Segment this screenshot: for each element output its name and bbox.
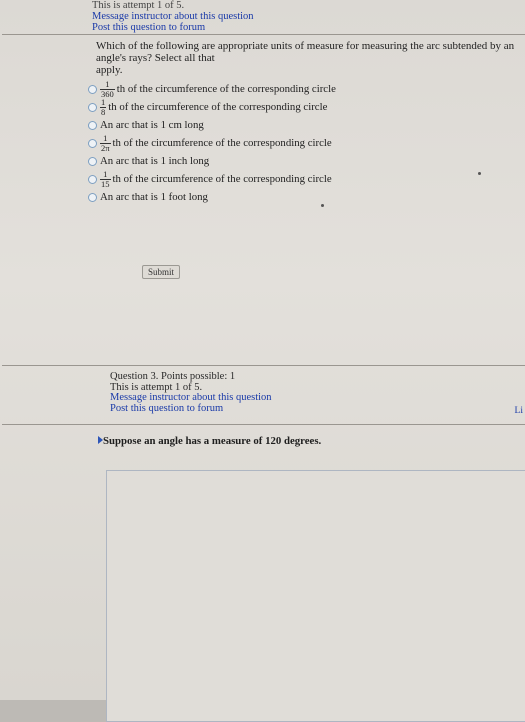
option-1-360th[interactable]: 1 360 th of the circumference of the cor… (88, 78, 525, 99)
checkbox[interactable] (88, 120, 97, 130)
question-3-prompt: Suppose an angle has a measure of 120 de… (103, 435, 322, 447)
fraction: 1 15 (100, 168, 111, 189)
divider (2, 365, 525, 366)
question-2: Which of the following are appropriate u… (88, 40, 525, 206)
fraction: 1 360 (100, 78, 115, 99)
prompt-line-1: Which of the following are appropriate u… (96, 40, 515, 64)
option-label: An arc that is 1 inch long (100, 155, 210, 167)
option-1-15th[interactable]: 1 15 th of the circumference of the corr… (88, 168, 525, 189)
checkbox[interactable] (88, 102, 97, 112)
checkbox[interactable] (88, 192, 97, 202)
message-instructor-link[interactable]: Message instructor about this question (92, 11, 254, 22)
fraction: 1 2π (100, 132, 111, 153)
option-1-8th[interactable]: 1 8 th of the circumference of the corre… (88, 96, 525, 117)
option-1-cm[interactable]: An arc that is 1 cm long (88, 116, 525, 134)
option-1-foot[interactable]: An arc that is 1 foot long (88, 188, 525, 206)
submit-button[interactable]: Submit (142, 265, 180, 279)
post-to-forum-link[interactable]: Post this question to forum (110, 403, 272, 415)
message-instructor-link[interactable]: Message instructor about this question (110, 392, 272, 404)
assessment-page: This is attempt 1 of 5. Message instruct… (0, 0, 525, 722)
question-meta-top: This is attempt 1 of 5. Message instruct… (92, 0, 254, 33)
option-label: th of the circumference of the correspon… (112, 173, 332, 185)
option-label: An arc that is 1 cm long (100, 119, 204, 131)
question-3-meta: Question 3. Points possible: 1 This is a… (110, 371, 272, 415)
answer-area (106, 470, 525, 722)
checkbox[interactable] (88, 156, 97, 166)
mouse-cursor-icon (478, 172, 481, 175)
option-label: th of the circumference of the correspon… (108, 101, 328, 113)
prompt-line-2: apply. (96, 64, 123, 76)
option-label: An arc that is 1 foot long (100, 191, 208, 203)
checkbox[interactable] (88, 174, 97, 184)
post-to-forum-link[interactable]: Post this question to forum (92, 22, 254, 33)
attempt-text: This is attempt 1 of 5. (92, 0, 185, 11)
option-label: th of the circumference of the correspon… (112, 137, 332, 149)
question-prompt: Which of the following are appropriate u… (96, 40, 525, 76)
divider (2, 34, 525, 35)
checkbox[interactable] (88, 138, 97, 148)
mouse-cursor-icon (321, 204, 324, 207)
option-label: th of the circumference of the correspon… (116, 83, 336, 95)
divider (2, 424, 525, 425)
option-1-2pi-th[interactable]: 1 2π th of the circumference of the corr… (88, 132, 525, 153)
points-text: Question 3. Points possible: 1 (110, 371, 236, 382)
fraction: 1 8 (100, 96, 107, 117)
side-link[interactable]: Li (515, 406, 523, 416)
option-1-inch[interactable]: An arc that is 1 inch long (88, 152, 525, 170)
checkbox[interactable] (88, 84, 97, 94)
